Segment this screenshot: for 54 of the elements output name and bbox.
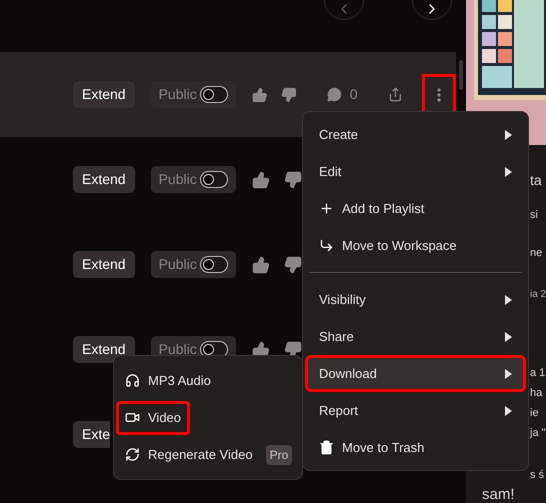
public-toggle[interactable]: Public (150, 166, 236, 193)
menu-item[interactable]: Create (305, 116, 526, 153)
menu-item[interactable]: Add to Playlist (305, 190, 526, 227)
comment-count: 0 (350, 85, 358, 104)
thumbs-up-icon[interactable] (252, 86, 268, 104)
submenu-arrow-icon (505, 166, 512, 176)
share-icon[interactable] (388, 86, 402, 103)
extend-button[interactable]: Extend (73, 251, 135, 278)
thumbs-down-icon[interactable] (284, 256, 302, 274)
more-icon (437, 88, 442, 102)
menu-item[interactable]: Report (305, 392, 526, 429)
comment-icon[interactable] (326, 86, 342, 103)
menu-item[interactable]: Share (305, 318, 526, 355)
menu-item[interactable]: Download (305, 355, 526, 392)
submenu-arrow-icon (505, 294, 512, 304)
menu-item[interactable]: Move to Workspace (305, 227, 526, 264)
menu-item[interactable]: Video (116, 400, 190, 434)
side-text: ta (530, 171, 542, 190)
thumbs-down-icon[interactable] (281, 86, 297, 104)
trash-icon (319, 440, 334, 455)
side-text: sam! (482, 485, 515, 503)
side-text: a 1 (530, 366, 546, 381)
side-text: ha (530, 386, 542, 401)
side-text: si (530, 208, 538, 223)
thumbs-up-icon[interactable] (252, 256, 270, 274)
submenu-arrow-icon (505, 130, 512, 140)
menu-item[interactable]: Regenerate Video (116, 438, 262, 472)
menu-item[interactable]: Visibility (305, 281, 526, 318)
side-text: s ś (530, 468, 544, 483)
extend-button[interactable]: Extend (73, 166, 135, 193)
submenu-arrow-icon (505, 406, 512, 416)
pro-badge: Pro (266, 444, 292, 464)
extend-button[interactable]: Extend (73, 336, 135, 363)
thumbs-down-icon[interactable] (284, 170, 302, 188)
menu-item[interactable]: MP3 Audio (116, 364, 220, 398)
submenu-arrow-icon (505, 368, 512, 378)
scrollbar[interactable] (458, 60, 462, 90)
side-text: ie (530, 406, 539, 421)
menu-item[interactable]: Move to Trash (305, 429, 526, 466)
side-text: ne (530, 246, 542, 261)
side-text: ja " (530, 426, 546, 441)
submenu-arrow-icon (505, 332, 512, 342)
public-toggle[interactable]: Public (150, 81, 236, 108)
refresh-icon (125, 447, 140, 462)
return-arrow-icon (319, 238, 334, 253)
thumbs-up-icon[interactable] (252, 170, 270, 188)
headphones-icon (125, 373, 140, 388)
extend-button[interactable]: Exte (73, 421, 110, 448)
menu-item[interactable]: Edit (305, 153, 526, 190)
extend-button[interactable]: Extend (73, 81, 135, 108)
plus-icon (319, 201, 334, 216)
public-toggle[interactable]: Public (150, 251, 236, 278)
video-camera-icon (125, 410, 140, 425)
side-text: ia 2 (530, 288, 546, 302)
